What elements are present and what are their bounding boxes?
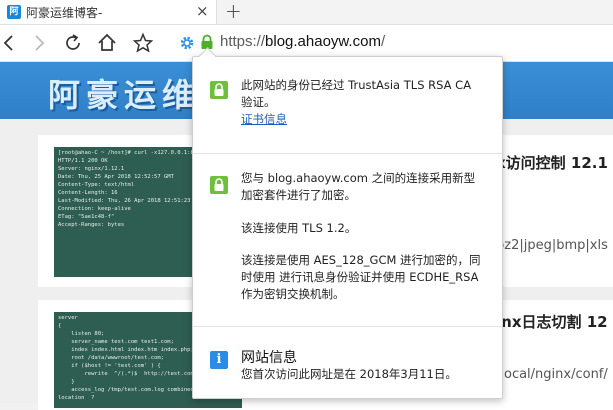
divider xyxy=(193,153,502,154)
new-tab-button[interactable]: + xyxy=(225,0,242,22)
post-title[interactable]: inx日志切割 12 xyxy=(496,311,608,332)
site-info-popup: 此网站的身份已经过 TrustAsia TLS RSA CA 验证。 证书信息 … xyxy=(192,47,503,399)
site-logo[interactable]: 阿豪运维 xyxy=(48,70,200,116)
bookmark-star-icon[interactable] xyxy=(132,32,154,54)
site-favicon-icon: 阿 xyxy=(7,5,21,19)
refresh-icon[interactable] xyxy=(62,32,84,54)
post-excerpt: /local/nginx/conf/ xyxy=(496,367,608,382)
url-text[interactable]: https://blog.ahaoyw.com/ xyxy=(220,33,385,50)
home-icon[interactable] xyxy=(96,32,118,54)
tab-strip: 阿 阿豪运维博客- × + xyxy=(0,0,613,25)
url-host: blog.ahaoyw.com xyxy=(265,33,381,50)
site-info-title[interactable]: 网站信息 xyxy=(241,347,297,367)
identity-lock-icon xyxy=(210,81,228,99)
certificate-info-link[interactable]: 证书信息 xyxy=(241,111,287,127)
divider xyxy=(193,326,502,327)
tab-title: 阿豪运维博客- xyxy=(26,6,103,20)
address-bar[interactable]: https://blog.ahaoyw.com/ xyxy=(176,31,613,55)
cipher-details-text: 该连接是使用 AES_128_GCM 进行加密的，同时使用 进行讯息身份验证并使… xyxy=(241,253,481,301)
post-title[interactable]: x访问控制 12.1 xyxy=(496,152,608,173)
connection-encrypted-text: 您与 blog.ahaoyw.com 之间的连接采用新型加密套件进行了加密。 xyxy=(241,171,476,202)
url-path: / xyxy=(380,33,386,50)
forward-arrow-icon[interactable] xyxy=(28,32,50,54)
post-excerpt: bz2|jpeg|bmp|xls xyxy=(496,238,608,253)
info-icon: i xyxy=(210,351,228,369)
first-visit-text: 您首次访问此网址是在 2018年3月11日。 xyxy=(241,367,457,381)
tab-close-icon[interactable]: × xyxy=(196,2,209,20)
tls-version-text: 该连接使用 TLS 1.2。 xyxy=(241,221,357,235)
back-arrow-icon[interactable] xyxy=(0,32,22,54)
site-settings-gear-icon[interactable] xyxy=(178,34,196,52)
identity-verified-text: 此网站的身份已经过 TrustAsia TLS RSA CA 验证。 xyxy=(241,78,472,109)
browser-tab[interactable]: 阿 阿豪运维博客- × xyxy=(0,0,217,24)
connection-lock-icon xyxy=(210,176,228,194)
url-scheme: https:// xyxy=(220,33,266,50)
